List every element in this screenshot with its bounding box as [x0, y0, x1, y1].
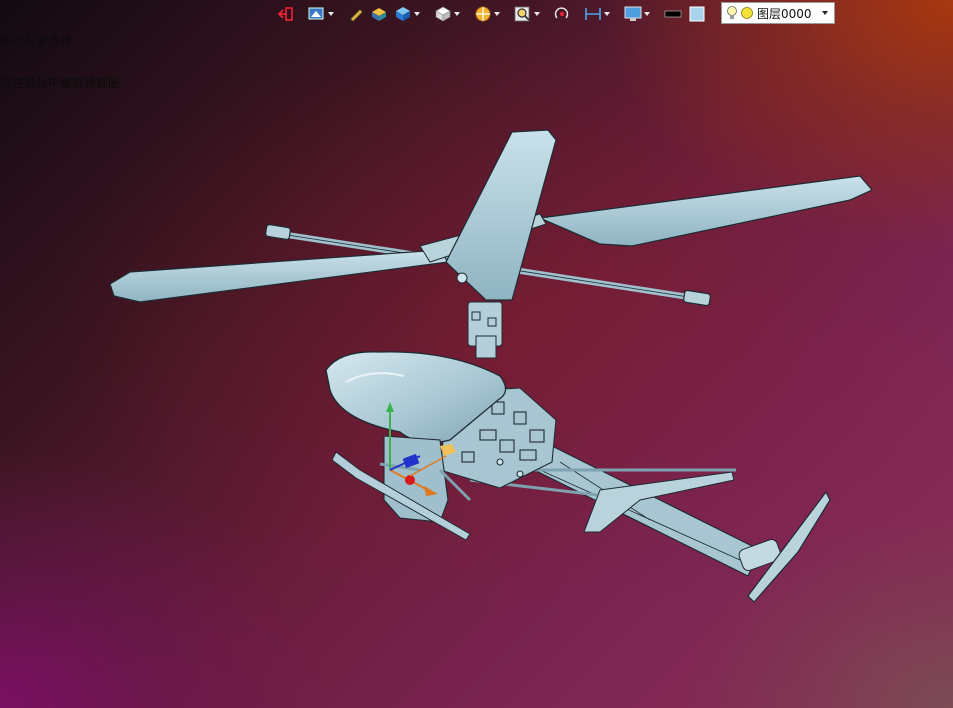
rotor-mast [467, 301, 503, 359]
main-rotor-blade-right [537, 175, 873, 247]
helicopter-model-viewport[interactable] [0, 0, 953, 708]
main-rotor-blade-left [109, 249, 450, 303]
